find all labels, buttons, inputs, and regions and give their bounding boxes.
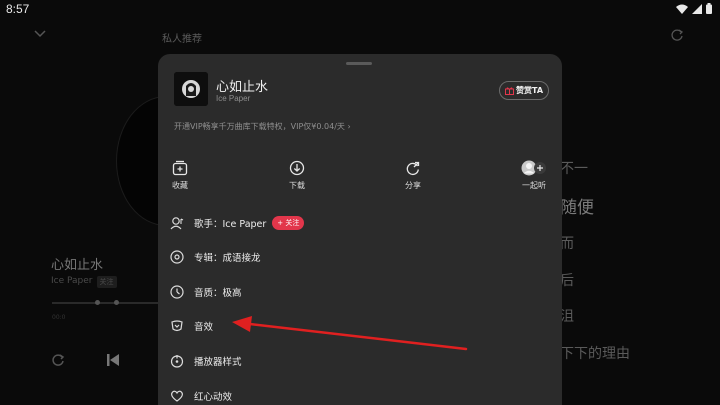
annotation-arrow: [232, 316, 468, 351]
